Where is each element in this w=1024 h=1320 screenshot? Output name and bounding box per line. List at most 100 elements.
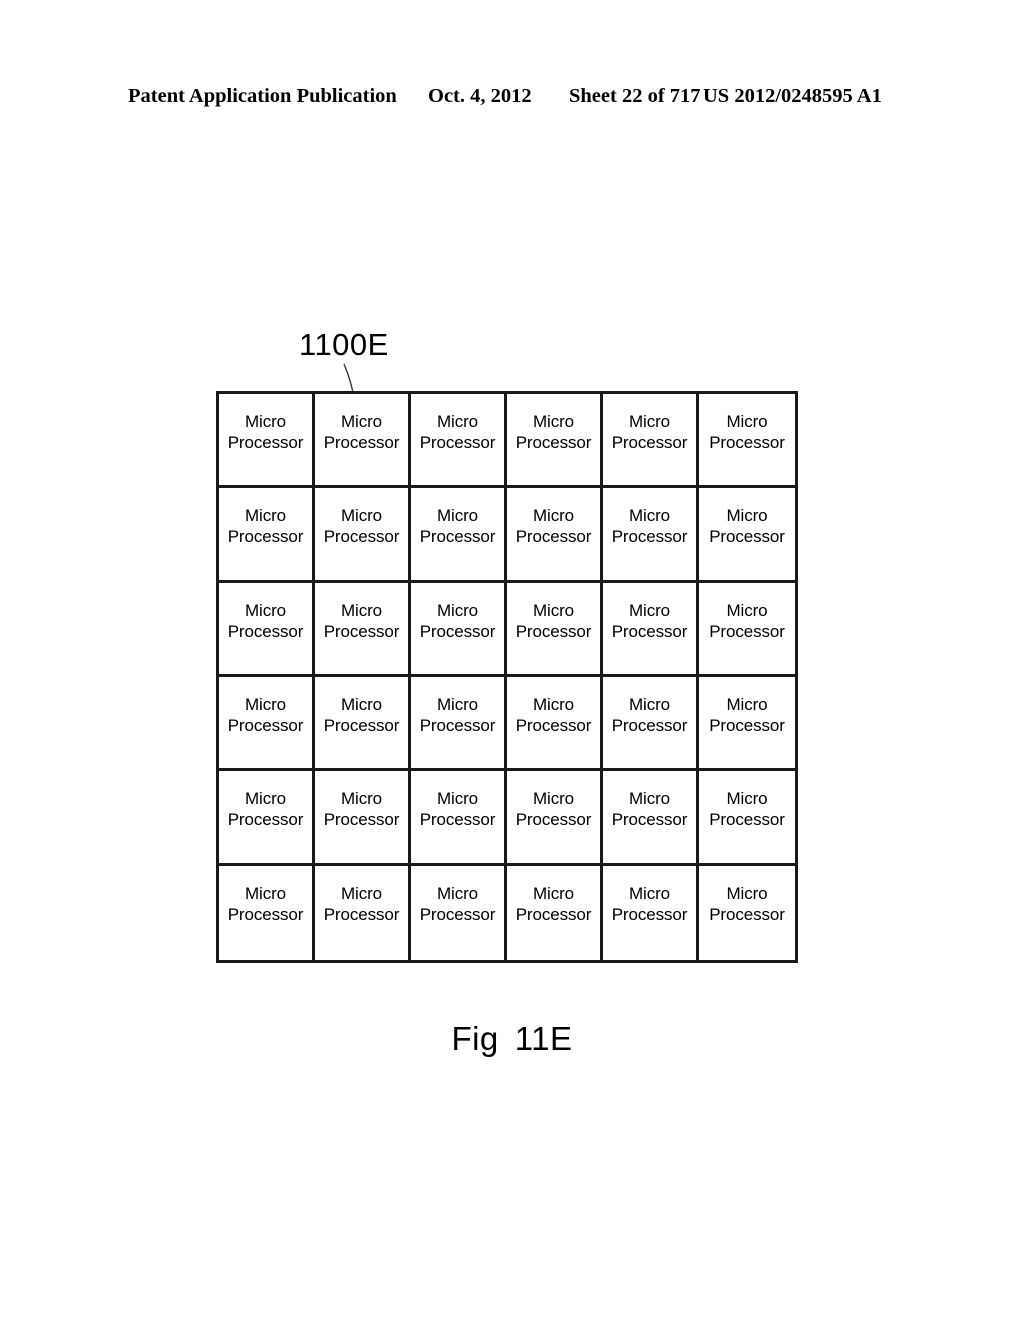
- processor-cell-label-line2: Processor: [323, 716, 400, 735]
- processor-cell-label-line1: Micro: [340, 600, 383, 620]
- processor-cell: Micro Processor: [699, 394, 795, 489]
- processor-cell: Micro Processor: [699, 771, 795, 866]
- processor-cell-label-line2: Processor: [323, 433, 400, 452]
- processor-cell-label-line1: Micro: [244, 600, 287, 620]
- figure-caption-prefix: Fig: [451, 1020, 499, 1057]
- processor-cell: Micro Processor: [507, 771, 603, 866]
- processor-cell: Micro Processor: [219, 394, 315, 489]
- figure-reference-label: 1100E: [299, 327, 389, 362]
- processor-cell-label-line1: Micro: [340, 695, 383, 714]
- processor-cell: Micro Processor: [603, 488, 699, 583]
- processor-cell-label-line2: Processor: [611, 716, 688, 735]
- processor-cell-label-line1: Micro: [532, 695, 575, 714]
- processor-cell-label-line2: Processor: [611, 433, 688, 452]
- processor-cell-label-line2: Processor: [419, 716, 496, 735]
- figure-caption: Fig 11E: [0, 1020, 1024, 1058]
- processor-cell-label-line2: Processor: [611, 527, 688, 547]
- processor-cell: Micro Processor: [603, 677, 699, 772]
- processor-cell: Micro Processor: [315, 865, 411, 960]
- processor-cell-label-line2: Processor: [419, 904, 496, 924]
- processor-cell: Micro Processor: [219, 488, 315, 583]
- processor-cell: Micro Processor: [315, 771, 411, 866]
- processor-cell-label-line2: Processor: [515, 904, 592, 924]
- processor-cell-label-line1: Micro: [628, 695, 671, 714]
- processor-cell-label-line1: Micro: [340, 789, 383, 809]
- processor-cell: Micro Processor: [411, 865, 507, 960]
- processor-cell: Micro Processor: [411, 582, 507, 677]
- processor-cell: Micro Processor: [507, 582, 603, 677]
- processor-cell: Micro Processor: [603, 394, 699, 489]
- page-header: Patent Application Publication Oct. 4, 2…: [0, 85, 1024, 117]
- processor-cell-label-line1: Micro: [726, 883, 768, 903]
- processor-cell-label-line2: Processor: [227, 621, 304, 641]
- processor-cell-label-line2: Processor: [227, 433, 304, 452]
- processor-cell-label-line1: Micro: [436, 412, 479, 431]
- processor-cell: Micro Processor: [411, 771, 507, 866]
- processor-cell-label-line2: Processor: [227, 904, 304, 924]
- processor-cell: Micro Processor: [315, 677, 411, 772]
- processor-cell-label-line2: Processor: [227, 716, 304, 735]
- processor-cell-label-line1: Micro: [726, 789, 768, 809]
- processor-cell-label-line2: Processor: [611, 621, 688, 641]
- processor-cell: Micro Processor: [699, 865, 795, 960]
- processor-cell-label-line2: Processor: [323, 621, 400, 641]
- header-publication-text: Patent Application Publication: [128, 85, 397, 107]
- processor-cell-label-line1: Micro: [726, 695, 768, 714]
- processor-cell-label-line1: Micro: [436, 883, 479, 903]
- processor-cell: Micro Processor: [699, 582, 795, 677]
- processor-cell-label-line2: Processor: [227, 527, 304, 547]
- processor-cell-label-line2: Processor: [227, 810, 304, 830]
- processor-cell-label-line1: Micro: [628, 412, 671, 431]
- processor-cell-label-line1: Micro: [244, 695, 287, 714]
- processor-cell-label-line1: Micro: [726, 506, 768, 526]
- processor-cell-label-line2: Processor: [709, 810, 785, 830]
- processor-cell-label-line1: Micro: [532, 789, 575, 809]
- processor-cell: Micro Processor: [411, 488, 507, 583]
- processor-cell-label-line2: Processor: [611, 810, 688, 830]
- header-publication-date: Oct. 4, 2012: [428, 85, 532, 107]
- processor-cell-label-line2: Processor: [709, 527, 785, 547]
- processor-cell: Micro Processor: [507, 488, 603, 583]
- processor-grid-container: Micro Processor Micro Processor Micro Process…: [216, 391, 798, 963]
- processor-cell-label-line1: Micro: [532, 506, 575, 526]
- processor-cell: Micro Processor: [219, 677, 315, 772]
- processor-cell-label-line1: Micro: [244, 883, 287, 903]
- processor-cell: Micro Processor: [411, 394, 507, 489]
- processor-cell-label-line2: Processor: [419, 433, 496, 452]
- processor-cell-label-line2: Processor: [709, 904, 785, 924]
- processor-cell: Micro Processor: [219, 865, 315, 960]
- processor-cell: Micro Processor: [603, 865, 699, 960]
- processor-cell-label-line1: Micro: [436, 789, 479, 809]
- processor-cell-label-line2: Processor: [419, 621, 496, 641]
- processor-cell-label-line1: Micro: [532, 883, 575, 903]
- processor-cell-label-line2: Processor: [515, 621, 592, 641]
- processor-cell: Micro Processor: [315, 488, 411, 583]
- header-sheet-number: Sheet 22 of 717: [569, 85, 701, 107]
- processor-cell: Micro Processor: [507, 394, 603, 489]
- processor-cell-label-line1: Micro: [532, 412, 575, 431]
- processor-cell: Micro Processor: [219, 582, 315, 677]
- processor-cell-label-line2: Processor: [419, 527, 496, 547]
- processor-cell: Micro Processor: [411, 677, 507, 772]
- processor-cell-label-line2: Processor: [515, 433, 592, 452]
- processor-cell-label-line1: Micro: [726, 412, 768, 431]
- processor-cell: Micro Processor: [315, 394, 411, 489]
- processor-cell: Micro Processor: [315, 582, 411, 677]
- processor-cell-label-line2: Processor: [323, 904, 400, 924]
- figure-caption-number: 11E: [514, 1020, 573, 1057]
- processor-cell-label-line1: Micro: [436, 506, 479, 526]
- processor-cell-label-line1: Micro: [340, 506, 383, 526]
- processor-cell-label-line1: Micro: [244, 506, 287, 526]
- processor-cell-label-line1: Micro: [340, 412, 383, 431]
- processor-cell-label-line2: Processor: [709, 716, 785, 735]
- header-patent-number: US 2012/0248595 A1: [703, 85, 882, 107]
- processor-cell-label-line1: Micro: [436, 695, 479, 714]
- processor-cell-label-line2: Processor: [323, 527, 400, 547]
- processor-cell-label-line1: Micro: [628, 789, 671, 809]
- processor-cell: Micro Processor: [507, 865, 603, 960]
- processor-cell: Micro Processor: [603, 771, 699, 866]
- processor-cell-label-line2: Processor: [709, 433, 785, 452]
- processor-cell-label-line1: Micro: [628, 600, 671, 620]
- processor-cell-label-line2: Processor: [611, 904, 688, 924]
- processor-cell: Micro Processor: [603, 582, 699, 677]
